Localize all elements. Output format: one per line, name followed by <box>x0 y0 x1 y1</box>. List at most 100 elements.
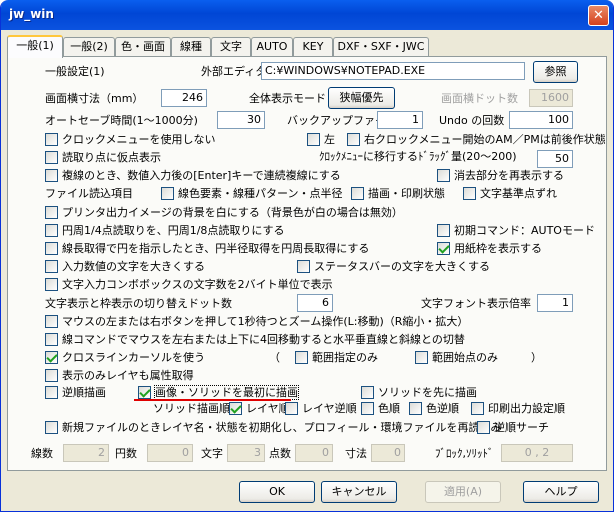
checkbox-box[interactable] <box>45 369 58 382</box>
right-clock-checkbox[interactable]: 右クロックメニュー開始のAM／PMは前後作状態 <box>347 133 606 147</box>
autosave-input[interactable]: 30 <box>217 111 265 129</box>
drag-amount-label: ｸﾛｯｸﾒﾆｭｰに移行するﾄﾞﾗｯｸﾞ量(20～200) <box>319 150 517 163</box>
new-file-init-checkbox[interactable]: 新規ファイルのときレイヤ名・状態を初期化し、プロフィール・環境ファイルを再読込み <box>45 421 501 435</box>
checkbox-box[interactable] <box>45 421 58 434</box>
draw-print-checkbox[interactable]: 描画・印刷状態 <box>351 187 445 201</box>
color-line-checkbox[interactable]: 線色要素・線種パターン・点半径 <box>161 187 342 201</box>
checkbox-box[interactable] <box>307 133 320 146</box>
ok-button[interactable]: OK <box>239 481 315 503</box>
checkbox-box[interactable] <box>229 402 242 415</box>
point-only-checkbox[interactable]: 範囲始点のみ <box>415 351 498 365</box>
print-order-checkbox[interactable]: 印刷出力設定順 <box>471 402 565 416</box>
checkbox-box[interactable] <box>45 169 58 182</box>
dims-count-field: 0 <box>371 444 405 462</box>
color-reverse-checkbox[interactable]: 色逆順 <box>409 402 459 416</box>
points-count-label: 点数 <box>269 447 291 460</box>
redraw-erase-checkbox[interactable]: 消去部分を再表示する <box>437 169 564 183</box>
checkbox-box[interactable] <box>161 187 174 200</box>
image-solid-first-checkbox[interactable]: 画像・ソリッドを最初に描画 <box>138 385 299 400</box>
circle-read-checkbox[interactable]: 円周1/4点読取りを、円周1/8点読取りにする <box>45 224 285 238</box>
font-scale-label: 文字フォント表示倍率 <box>421 297 531 310</box>
circle-radius-checkbox[interactable]: 線長取得で円を指示したとき、円半径取得を円周長取得にする <box>45 242 369 256</box>
backup-input[interactable]: 1 <box>377 111 423 129</box>
checkbox-box[interactable] <box>45 333 58 346</box>
checkbox-box[interactable] <box>45 386 58 399</box>
title-bar[interactable]: jw_win ✕ <box>1 0 613 30</box>
tab-general-1[interactable]: 一般(1) <box>7 35 63 58</box>
tab-key[interactable]: KEY <box>293 37 333 57</box>
text-count-label: 文字 <box>201 447 223 460</box>
checkbox-box[interactable] <box>295 351 308 364</box>
tab-line-type[interactable]: 線種 <box>171 37 211 57</box>
checkbox-box[interactable] <box>437 242 450 255</box>
text-dots-input[interactable]: 6 <box>297 294 333 312</box>
tab-general-2[interactable]: 一般(2) <box>63 37 115 57</box>
layer-attr-checkbox[interactable]: 表示のみレイヤも属性取得 <box>45 369 194 383</box>
lines-count-field: 2 <box>63 444 109 462</box>
repeat-enter-checkbox[interactable]: 複線のとき、数値入力後の[Enter]キーで連続複線にする <box>45 169 341 183</box>
left-checkbox[interactable]: 左 <box>307 133 335 147</box>
checkbox-box[interactable] <box>45 151 58 164</box>
init-command-checkbox[interactable]: 初期コマンド：AUTOモード <box>437 224 595 238</box>
status-large-checkbox[interactable]: ステータスバーの文字を大きくする <box>297 260 490 274</box>
help-button[interactable]: ヘルプ <box>523 481 599 503</box>
combo-2byte-checkbox[interactable]: 文字入力コンボボックスの文字数を2バイト単位で表示 <box>45 278 333 292</box>
checkbox-box[interactable] <box>437 224 450 237</box>
checkbox-box[interactable] <box>471 402 484 415</box>
checkbox-box[interactable] <box>285 402 298 415</box>
clock-menu-checkbox[interactable]: クロックメニューを使用しない <box>45 133 216 147</box>
checkbox-box[interactable] <box>361 402 374 415</box>
browse-button[interactable]: 参照 <box>533 61 578 83</box>
checkbox-box[interactable] <box>45 224 58 237</box>
layer-reverse-checkbox[interactable]: レイヤ逆順 <box>285 402 357 416</box>
editor-path-input[interactable]: C:¥WINDOWS¥NOTEPAD.EXE <box>261 62 525 80</box>
range-only-checkbox[interactable]: 範囲指定のみ <box>295 351 378 365</box>
drag-amount-input[interactable]: 50 <box>537 150 573 168</box>
checkbox-box[interactable] <box>45 242 58 255</box>
tab-auto[interactable]: AUTO <box>251 37 293 57</box>
checkbox-box[interactable] <box>347 133 360 146</box>
undo-label: Undo の回数 <box>439 114 505 127</box>
checkbox-box[interactable] <box>415 351 428 364</box>
solid-first-checkbox[interactable]: ソリッドを先に描画 <box>361 386 477 400</box>
cancel-button[interactable]: キャンセル <box>321 481 397 503</box>
checkbox-box[interactable] <box>138 386 151 399</box>
input-large-checkbox[interactable]: 入力数値の文字を大きくする <box>45 260 205 274</box>
section-title: 一般設定(1) <box>45 65 105 78</box>
checkbox-box[interactable] <box>437 169 450 182</box>
checkbox-box[interactable] <box>409 402 422 415</box>
checkbox-box[interactable] <box>45 260 58 273</box>
checkbox-box[interactable] <box>45 133 58 146</box>
tab-text[interactable]: 文字 <box>211 37 251 57</box>
checkbox-box[interactable] <box>361 386 374 399</box>
mouse-zoom-checkbox[interactable]: マウスの左または右ボタンを押して1秒待つとズーム操作(L:移動)（R縮小・拡大） <box>45 315 468 329</box>
layer-order-checkbox[interactable]: レイヤ順 <box>229 402 290 416</box>
dot-width-input: 1600 <box>529 89 573 107</box>
tab-color-screen[interactable]: 色・画面 <box>115 37 171 57</box>
checkbox-box[interactable] <box>45 278 58 291</box>
checkbox-box[interactable] <box>477 421 490 434</box>
full-mode-button[interactable]: 狭幅優先 <box>328 87 395 109</box>
checkbox-box[interactable] <box>297 260 310 273</box>
paper-frame-checkbox[interactable]: 用紙枠を表示する <box>437 242 542 256</box>
checkbox-box[interactable] <box>45 351 58 364</box>
font-scale-input[interactable]: 1 <box>537 294 573 312</box>
crossline-checkbox[interactable]: クロスラインカーソルを使う <box>45 351 205 365</box>
checkbox-box[interactable] <box>45 315 58 328</box>
checkbox-box[interactable] <box>45 206 58 219</box>
tab-dxf-sxf-jwc[interactable]: DXF・SXF・JWC <box>333 37 429 57</box>
line-mouse-checkbox[interactable]: 線コマンドでマウスを左右または上下に4回移動すると水平垂直線と斜線との切替 <box>45 333 465 347</box>
close-button[interactable]: ✕ <box>588 5 609 26</box>
checkbox-box[interactable] <box>463 187 476 200</box>
reverse-search-checkbox[interactable]: 逆順サーチ <box>477 421 549 435</box>
paren-close: ） <box>531 351 542 364</box>
screen-width-input[interactable]: 246 <box>161 89 207 107</box>
checkbox-box[interactable] <box>351 187 364 200</box>
printer-bg-checkbox[interactable]: プリンタ出力イメージの背景を白にする（背景色が白の場合は無効） <box>45 206 403 220</box>
text-base-checkbox[interactable]: 文字基準点ずれ <box>463 187 557 201</box>
reverse-draw-checkbox[interactable]: 逆順描画 <box>45 386 106 400</box>
window-title: jw_win <box>9 7 54 21</box>
undo-input[interactable]: 100 <box>509 111 573 129</box>
temp-point-checkbox[interactable]: 読取り点に仮点表示 <box>45 151 161 165</box>
color-order-checkbox[interactable]: 色順 <box>361 402 400 416</box>
